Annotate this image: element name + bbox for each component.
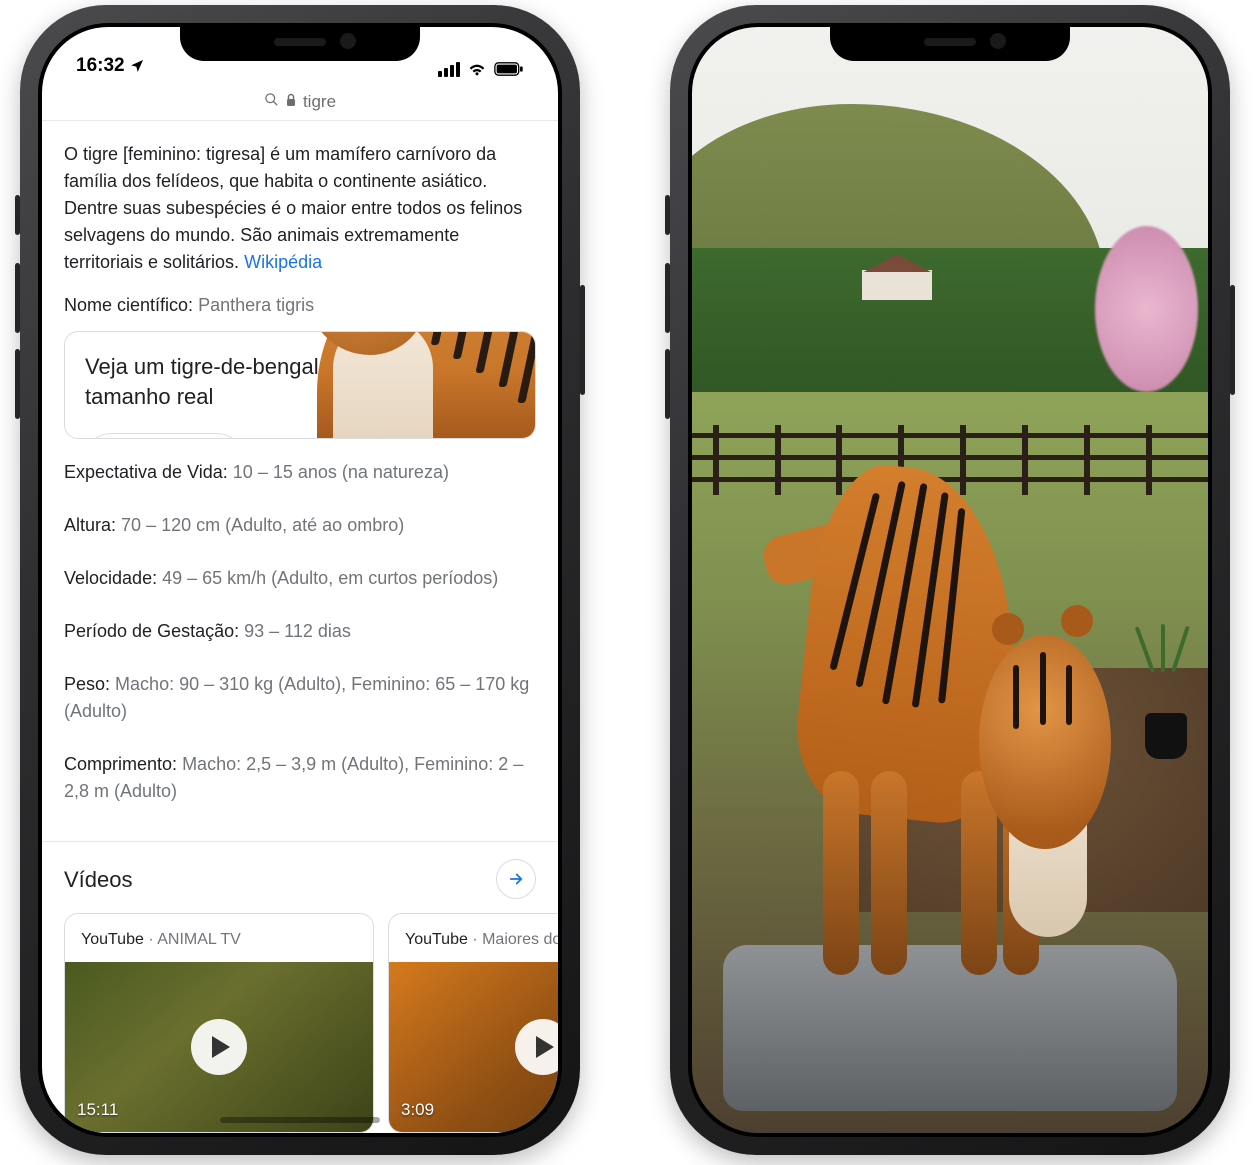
url-bar[interactable]: tigre <box>42 83 558 121</box>
foreground-rock <box>723 945 1177 1111</box>
scientific-name-label: Nome científico: <box>64 295 193 315</box>
video-channel: ANIMAL TV <box>157 931 241 948</box>
ar-camera-view[interactable] <box>692 27 1208 1133</box>
description-text: O tigre [feminino: tigresa] é um mamífer… <box>64 141 536 276</box>
flower-pot <box>1145 713 1187 759</box>
video-duration: 3:09 <box>401 1097 434 1123</box>
fact-gestation: Período de Gestação: 93 – 112 dias <box>64 618 536 645</box>
fact-weight: Peso: Macho: 90 – 310 kg (Adulto), Femin… <box>64 671 536 725</box>
video-thumbnail[interactable]: 15:11 <box>65 962 373 1132</box>
cellular-signal-icon <box>438 62 460 77</box>
video-source: YouTube <box>405 931 468 948</box>
video-card[interactable]: YouTube · ANIMAL TV 15:11 <box>64 913 374 1133</box>
search-icon <box>264 92 279 112</box>
potted-plant <box>1133 624 1193 674</box>
facts-list: Expectativa de Vida: 10 – 15 anos (na na… <box>64 459 536 817</box>
video-channel: Maiores do M <box>482 931 558 948</box>
scientific-name-row: Nome científico: Panthera tigris <box>64 292 536 319</box>
lock-icon <box>285 92 297 112</box>
battery-icon <box>494 61 524 77</box>
phone-notch <box>180 23 420 61</box>
phone-right <box>670 5 1230 1155</box>
phone-left: 16:32 <box>20 5 580 1155</box>
scientific-name-value: Panthera tigris <box>198 295 314 315</box>
tiger-3d-preview <box>287 331 536 438</box>
play-icon <box>515 1019 558 1075</box>
wikipedia-link[interactable]: Wikipédia <box>244 252 322 272</box>
knowledge-panel: O tigre [feminino: tigresa] é um mamífer… <box>42 121 558 1133</box>
video-source: YouTube <box>81 931 144 948</box>
videos-more-button[interactable] <box>496 859 536 899</box>
phone-notch <box>830 23 1070 61</box>
fact-speed: Velocidade: 49 – 65 km/h (Adulto, em cur… <box>64 565 536 592</box>
background-house <box>862 270 932 300</box>
videos-section-title: Vídeos <box>64 863 133 896</box>
url-text: tigre <box>303 92 336 112</box>
status-time: 16:32 <box>76 55 125 77</box>
fact-life-expectancy: Expectativa de Vida: 10 – 15 anos (na na… <box>64 459 536 486</box>
view-in-3d-button[interactable]: Veja em 3D <box>85 433 243 438</box>
ar-3d-card[interactable]: Veja um tigre-de-bengala de perto, em ta… <box>64 331 536 439</box>
video-carousel[interactable]: YouTube · ANIMAL TV 15:11 YouTube · Maio… <box>64 913 536 1133</box>
ar-tiger-model[interactable] <box>806 469 1105 956</box>
video-duration: 15:11 <box>77 1097 118 1123</box>
location-services-icon <box>129 58 145 74</box>
home-indicator[interactable] <box>220 1117 380 1123</box>
video-card[interactable]: YouTube · Maiores do M 3:09 <box>388 913 558 1133</box>
wifi-icon <box>467 61 487 77</box>
fact-length: Comprimento: Macho: 2,5 – 3,9 m (Adulto)… <box>64 751 536 805</box>
video-thumbnail[interactable]: 3:09 <box>389 962 558 1132</box>
play-icon <box>191 1019 247 1075</box>
fact-height: Altura: 70 – 120 cm (Adulto, até ao ombr… <box>64 512 536 539</box>
